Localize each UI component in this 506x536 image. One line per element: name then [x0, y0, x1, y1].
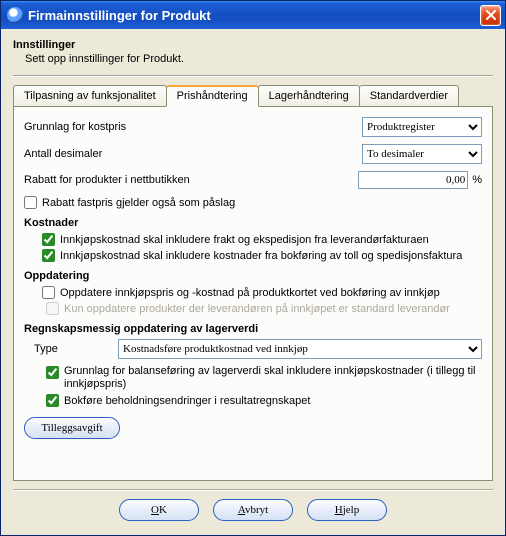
regnskap-heading: Regnskapsmessig oppdatering av lagerverd…	[24, 323, 482, 335]
tab-panel: Grunnlag for kostpris Produktregister An…	[13, 106, 493, 481]
oppdatering-heading: Oppdatering	[24, 270, 482, 282]
kostnad-toll-row[interactable]: Innkjøpskostnad skal inkludere kostnader…	[42, 249, 482, 262]
tab-funksjonalitet[interactable]: Tilpasning av funksjonalitet	[13, 85, 167, 107]
dialog-window: Firmainnstillinger for Produkt Innstilli…	[0, 0, 506, 536]
rabatt-input[interactable]	[358, 171, 468, 189]
tilleggsavgift-button[interactable]: Tilleggsavgift	[24, 417, 120, 439]
kostnad-frakt-row[interactable]: Innkjøpskostnad skal inkludere frakt og …	[42, 233, 482, 246]
bokfor-row[interactable]: Bokføre beholdningsendringer i resultatr…	[46, 394, 482, 407]
ok-button[interactable]: OK	[119, 499, 199, 521]
type-label: Type	[34, 343, 118, 355]
bokfor-checkbox[interactable]	[46, 394, 59, 407]
balanse-label: Grunnlag for balanseføring av lagerverdi…	[64, 365, 482, 391]
help-button[interactable]: Hjelp	[307, 499, 387, 521]
tab-lagerhandtering[interactable]: Lagerhåndtering	[258, 85, 360, 107]
cancel-button[interactable]: Avbryt	[213, 499, 293, 521]
kostnader-heading: Kostnader	[24, 217, 482, 229]
oppdater-pris-label: Oppdatere innkjøpspris og -kostnad på pr…	[60, 287, 440, 299]
divider	[13, 75, 493, 77]
app-icon	[7, 7, 23, 23]
desimaler-label: Antall desimaler	[24, 148, 234, 160]
kostnad-toll-label: Innkjøpskostnad skal inkludere kostnader…	[60, 250, 462, 262]
type-select[interactable]: Kostnadsføre produktkostnad ved innkjøp	[118, 339, 482, 359]
kostnad-toll-checkbox[interactable]	[42, 249, 55, 262]
desimaler-select[interactable]: To desimaler	[362, 144, 482, 164]
oppdater-leverandor-row: Kun oppdatere produkter der leverandøren…	[46, 302, 482, 315]
grunnlag-select[interactable]: Produktregister	[362, 117, 482, 137]
tab-prishandtering[interactable]: Prishåndtering	[166, 85, 259, 107]
rabatt-fastpris-row[interactable]: Rabatt fastpris gjelder også som påslag	[24, 196, 482, 209]
window-title: Firmainnstillinger for Produkt	[28, 8, 480, 23]
button-bar: OK Avbryt Hjelp	[13, 491, 493, 531]
grunnlag-label: Grunnlag for kostpris	[24, 121, 234, 133]
rabatt-fastpris-label: Rabatt fastpris gjelder også som påslag	[42, 197, 235, 209]
oppdater-leverandor-label: Kun oppdatere produkter der leverandøren…	[64, 303, 450, 315]
bokfor-label: Bokføre beholdningsendringer i resultatr…	[64, 395, 310, 407]
tab-standardverdier[interactable]: Standardverdier	[359, 85, 459, 107]
page-title: Innstillinger	[13, 39, 493, 51]
pct-label: %	[472, 174, 482, 186]
content-area: Innstillinger Sett opp innstillinger for…	[1, 29, 505, 535]
close-icon[interactable]	[480, 5, 501, 26]
balanse-checkbox[interactable]	[46, 366, 59, 379]
balanse-row[interactable]: Grunnlag for balanseføring av lagerverdi…	[46, 365, 482, 391]
tab-bar: Tilpasning av funksjonalitet Prishåndter…	[13, 83, 493, 107]
kostnad-frakt-checkbox[interactable]	[42, 233, 55, 246]
kostnad-frakt-label: Innkjøpskostnad skal inkludere frakt og …	[60, 234, 429, 246]
rabatt-label: Rabatt for produkter i nettbutikken	[24, 174, 358, 186]
rabatt-fastpris-checkbox[interactable]	[24, 196, 37, 209]
oppdater-pris-row[interactable]: Oppdatere innkjøpspris og -kostnad på pr…	[42, 286, 482, 299]
titlebar: Firmainnstillinger for Produkt	[1, 1, 505, 29]
oppdater-pris-checkbox[interactable]	[42, 286, 55, 299]
oppdater-leverandor-checkbox	[46, 302, 59, 315]
page-subtitle: Sett opp innstillinger for Produkt.	[25, 53, 493, 65]
